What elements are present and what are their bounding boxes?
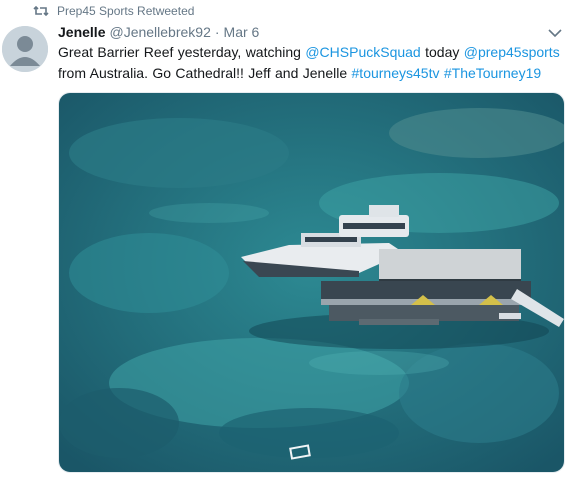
text-part: from Australia. Go Cathedral!! Jeff and … bbox=[58, 65, 352, 81]
retweet-context[interactable]: Prep45 Sports Retweeted bbox=[33, 2, 194, 20]
timestamp[interactable]: Mar 6 bbox=[224, 24, 260, 40]
hashtag-link[interactable]: #TheTourney19 bbox=[444, 65, 541, 81]
hashtag-link[interactable]: #tourneys45tv bbox=[352, 65, 440, 81]
tweet-photo[interactable] bbox=[58, 92, 565, 473]
mention-link[interactable]: @CHSPuckSquad bbox=[305, 44, 420, 60]
default-avatar-icon bbox=[2, 26, 48, 72]
more-options-button[interactable] bbox=[547, 26, 563, 40]
avatar[interactable] bbox=[2, 26, 48, 72]
chevron-down-icon bbox=[548, 28, 562, 37]
separator-dot: · bbox=[214, 24, 220, 40]
retweet-label[interactable]: Prep45 Sports Retweeted bbox=[57, 4, 194, 18]
display-name[interactable]: Jenelle bbox=[58, 24, 105, 40]
text-part: today bbox=[420, 44, 464, 60]
photo-boat-on-reef bbox=[59, 93, 564, 472]
mention-link[interactable]: @prep45sports bbox=[464, 44, 560, 60]
tweet-text: Great Barrier Reef yesterday, watching @… bbox=[58, 42, 563, 84]
text-part: Great Barrier Reef yesterday, watching bbox=[58, 44, 306, 60]
retweet-icon bbox=[33, 3, 49, 19]
user-handle[interactable]: @Jenellebrek92 bbox=[109, 24, 210, 40]
tweet-header: Jenelle @Jenellebrek92 · Mar 6 bbox=[58, 22, 259, 42]
tweet[interactable]: Prep45 Sports Retweeted Jenelle @Jenelle… bbox=[0, 0, 573, 480]
